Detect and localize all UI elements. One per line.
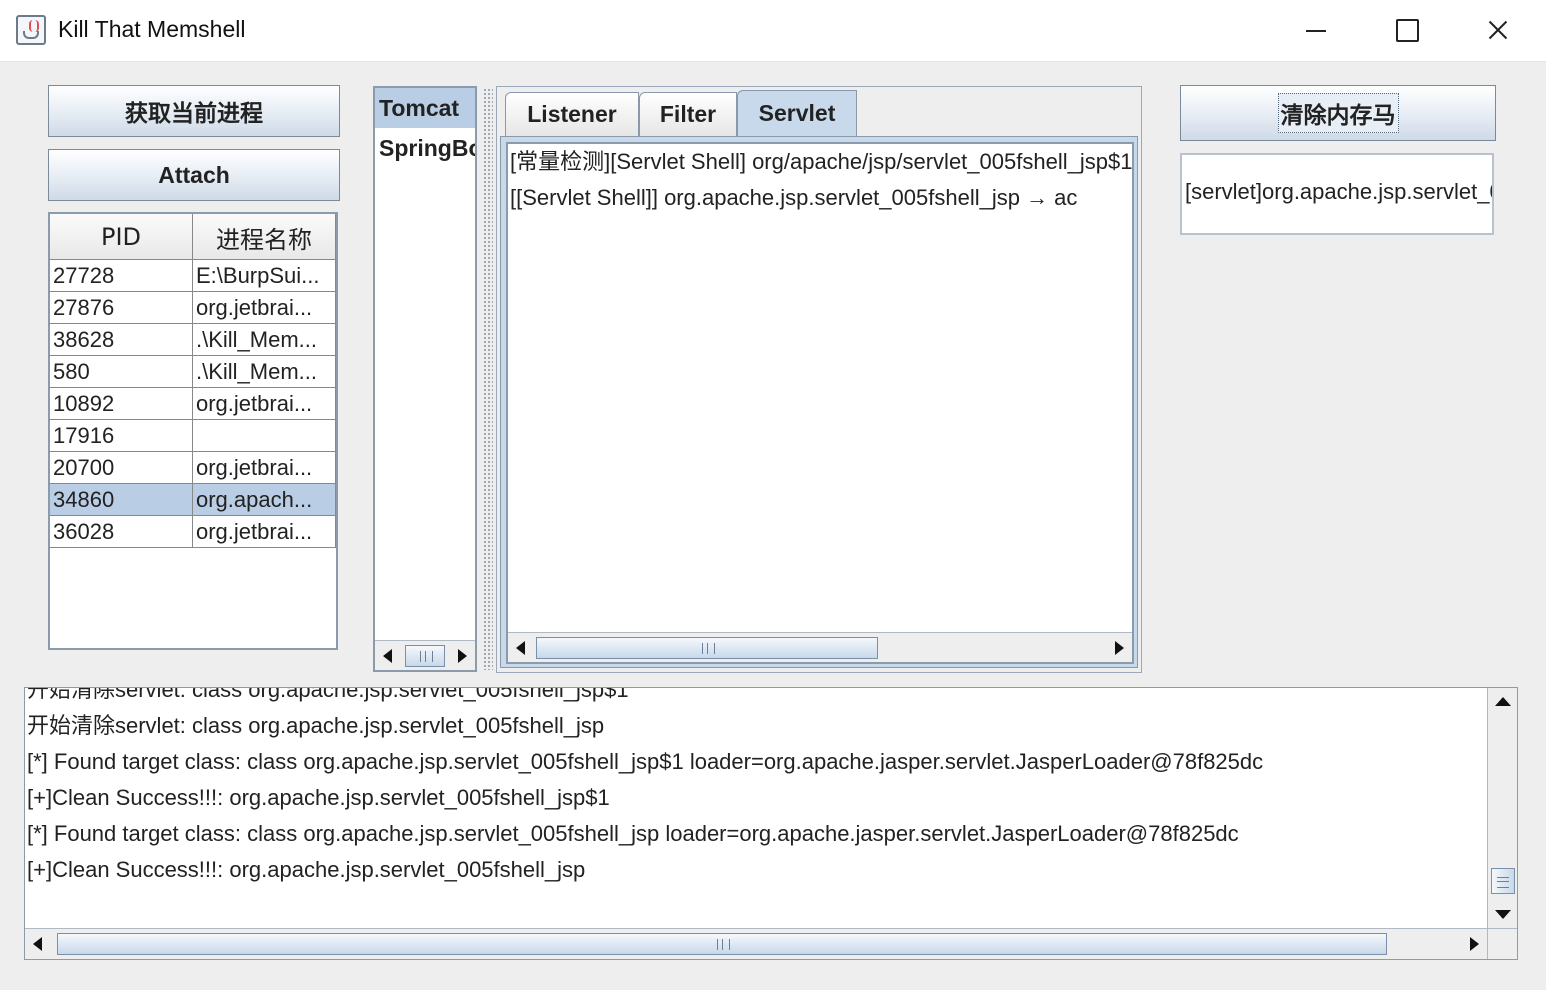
tab-listener[interactable]: Listener [505, 92, 639, 136]
selected-shell-list[interactable]: [servlet]org.apache.jsp.servlet_005fshel… [1180, 153, 1494, 235]
maximize-icon[interactable] [1383, 10, 1429, 50]
table-row[interactable]: 27728 E:\BurpSui... [50, 260, 336, 292]
scroll-right-icon[interactable] [1106, 633, 1132, 662]
split-pane-divider[interactable] [483, 88, 493, 670]
java-cup-icon [16, 15, 46, 45]
log-line: [+]Clean Success!!!: org.apache.jsp.serv… [27, 857, 586, 882]
log-hscrollbar[interactable] [25, 928, 1487, 959]
main-content: 获取当前进程 Attach PID 进程名称 27728 E:\BurpSui..… [0, 62, 1546, 990]
cell-process-name[interactable]: org.jetbrai... [193, 388, 336, 419]
log-output[interactable]: 开始清除servlet: class org.apache.jsp.servle… [24, 687, 1518, 960]
scroll-thumb[interactable] [1491, 868, 1515, 894]
list-item[interactable]: [servlet]org.apache.jsp.servlet_005fshel… [1185, 179, 1492, 205]
cell-process-name[interactable] [193, 420, 336, 451]
server-list-hscrollbar[interactable] [375, 640, 475, 670]
fetch-process-button[interactable]: 获取当前进程 [48, 85, 340, 137]
tab-servlet[interactable]: Servlet [737, 90, 857, 136]
scroll-thumb[interactable] [536, 637, 878, 659]
tab-panel-servlet: [常量检测][Servlet Shell] org/apache/jsp/ser… [500, 136, 1138, 668]
clear-memshell-label: 清除内存马 [1277, 93, 1399, 133]
cell-pid[interactable]: 17916 [50, 420, 193, 451]
table-row[interactable]: 20700 org.jetbrai... [50, 452, 336, 484]
cell-process-name[interactable]: E:\BurpSui... [193, 260, 336, 291]
cell-pid[interactable]: 27728 [50, 260, 193, 291]
log-lines: 开始清除servlet: class org.apache.jsp.servle… [27, 687, 1485, 888]
scroll-left-icon[interactable] [25, 929, 51, 959]
scroll-thumb[interactable] [57, 933, 1387, 955]
scroll-left-icon[interactable] [375, 641, 401, 670]
column-header-name[interactable]: 进程名称 [193, 214, 336, 260]
table-row[interactable]: 38628 .\Kill_Mem... [50, 324, 336, 356]
cell-pid[interactable]: 36028 [50, 516, 193, 547]
scroll-thumb[interactable] [405, 645, 445, 667]
table-header: PID 进程名称 [50, 214, 336, 260]
scroll-right-icon[interactable] [1461, 929, 1487, 959]
cell-pid[interactable]: 27876 [50, 292, 193, 323]
table-body: 27728 E:\BurpSui... 27876 org.jetbrai... 386… [50, 260, 336, 548]
cell-process-name[interactable]: org.apach... [193, 484, 336, 515]
scroll-right-icon[interactable] [449, 641, 475, 670]
server-type-list: Tomcat SpringBoot [373, 86, 477, 672]
cell-process-name[interactable]: .\Kill_Mem... [193, 356, 336, 387]
table-row[interactable]: 36028 org.jetbrai... [50, 516, 336, 548]
list-item[interactable]: [常量检测][Servlet Shell] org/apache/jsp/ser… [508, 144, 1132, 180]
cell-process-name[interactable]: org.jetbrai... [193, 292, 336, 323]
cell-pid[interactable]: 38628 [50, 324, 193, 355]
table-row[interactable]: 10892 org.jetbrai... [50, 388, 336, 420]
servlet-result-list[interactable]: [常量检测][Servlet Shell] org/apache/jsp/ser… [506, 142, 1134, 664]
cell-pid[interactable]: 20700 [50, 452, 193, 483]
tab-filter[interactable]: Filter [639, 92, 737, 136]
scroll-down-icon[interactable] [1488, 900, 1517, 928]
server-item-tomcat[interactable]: Tomcat [375, 88, 475, 128]
cell-process-name[interactable]: .\Kill_Mem... [193, 324, 336, 355]
cell-pid[interactable]: 10892 [50, 388, 193, 419]
table-row[interactable]: 580 .\Kill_Mem... [50, 356, 336, 388]
log-line: 开始清除servlet: class org.apache.jsp.servle… [27, 687, 629, 702]
cell-process-name[interactable]: org.jetbrai... [193, 452, 336, 483]
attach-button[interactable]: Attach [48, 149, 340, 201]
minimize-icon[interactable] [1292, 10, 1338, 50]
cell-pid[interactable]: 34860 [50, 484, 193, 515]
scroll-corner [1487, 928, 1517, 959]
process-table: PID 进程名称 27728 E:\BurpSui... 27876 org.jetb… [48, 212, 338, 650]
window-title: Kill That Memshell [58, 16, 246, 42]
cell-pid[interactable]: 580 [50, 356, 193, 387]
table-row[interactable]: 34860 org.apach... [50, 484, 336, 516]
servlet-list-hscrollbar[interactable] [508, 632, 1132, 662]
server-item-springboot[interactable]: SpringBoot [375, 128, 475, 168]
log-line: [*] Found target class: class org.apache… [27, 749, 1264, 774]
detection-tabs: Listener Filter Servlet [常量检测][Servlet S… [496, 86, 1142, 673]
cell-process-name[interactable]: org.jetbrai... [193, 516, 336, 547]
clear-memshell-button[interactable]: 清除内存马 [1180, 85, 1496, 141]
table-row[interactable]: 27876 org.jetbrai... [50, 292, 336, 324]
log-vscrollbar[interactable] [1487, 688, 1517, 928]
close-icon[interactable] [1475, 10, 1521, 50]
list-item[interactable]: [[Servlet Shell]] org.apache.jsp.servlet… [508, 180, 1132, 216]
column-header-pid[interactable]: PID [50, 214, 193, 260]
scroll-up-icon[interactable] [1488, 688, 1517, 716]
table-row[interactable]: 17916 [50, 420, 336, 452]
log-line: [+]Clean Success!!!: org.apache.jsp.serv… [27, 785, 610, 810]
title-bar: Kill That Memshell [0, 0, 1546, 62]
log-line: [*] Found target class: class org.apache… [27, 821, 1239, 846]
scroll-left-icon[interactable] [508, 633, 534, 662]
log-line: 开始清除servlet: class org.apache.jsp.servle… [27, 713, 605, 738]
